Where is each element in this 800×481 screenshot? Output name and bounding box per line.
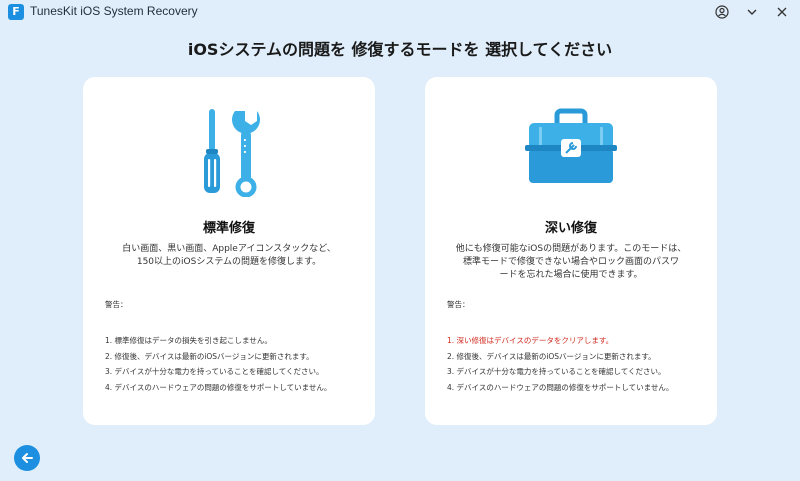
- list-item: 4. デバイスのハードウェアの問題の修復をサポートしていません。: [447, 382, 674, 392]
- description-line: 白い画面、黒い画面、Appleアイコンスタックなど、: [122, 244, 336, 254]
- description-line: ードを忘れた場合に使用できます。: [499, 270, 643, 280]
- description-line: 標準モードで修復できない場合やロック画面のパスワ: [462, 257, 679, 267]
- warning-label: 警告：: [105, 300, 128, 309]
- card-description: 他にも修復可能なiOSの問題があります。このモードは、 標準モードで修復できない…: [449, 243, 693, 282]
- tools-icon: [83, 105, 375, 197]
- list-item: 4. デバイスのハードウェアの問題の修復をサポートしていません。: [105, 382, 332, 392]
- chevron-down-icon[interactable]: [742, 2, 762, 22]
- card-title: 標準修復: [202, 221, 255, 236]
- list-item: 2. 修復後、デバイスは最新のiOSバージョンに更新されます。: [105, 351, 314, 361]
- description-line: 他にも修復可能なiOSの問題があります。このモードは、: [455, 244, 687, 254]
- standard-repair-card[interactable]: 標準修復 白い画面、黒い画面、Appleアイコンスタックなど、 150以上のiO…: [83, 77, 375, 425]
- warning-label: 警告：: [447, 300, 470, 309]
- window-controls: [712, 2, 792, 22]
- app-logo-icon: F: [8, 4, 24, 20]
- list-item: 2. 修復後、デバイスは最新のiOSバージョンに更新されます。: [447, 351, 656, 361]
- back-button[interactable]: [14, 445, 40, 471]
- list-item: 3. デバイスが十分な電力を持っていることを確認してください。: [105, 367, 324, 376]
- app-title: TunesKit iOS System Recovery: [30, 4, 198, 18]
- back-arrow-icon: [22, 453, 33, 463]
- title-bar: F TunesKit iOS System Recovery: [0, 0, 800, 24]
- deep-repair-card[interactable]: 深い修復 他にも修復可能なiOSの問題があります。このモードは、 標準モードで修…: [425, 77, 717, 425]
- description-line: 150以上のiOSシステムの問題を修復します。: [136, 257, 322, 267]
- close-icon[interactable]: [772, 2, 792, 22]
- page-title: iOSシステムの問題を 修復するモードを 選択してください: [187, 40, 613, 59]
- list-item: 1. 標準修復はデータの損失を引き起こしません。: [105, 336, 272, 345]
- list-item: 1. 深い修復はデバイスのデータをクリアします。: [447, 336, 614, 345]
- card-description: 白い画面、黒い画面、Appleアイコンスタックなど、 150以上のiOSシステム…: [107, 243, 351, 269]
- card-title: 深い修復: [544, 221, 597, 236]
- warning-list: 1. 標準修復はデータの損失を引き起こしません。 2. 修復後、デバイスは最新の…: [105, 333, 365, 395]
- warning-list: 1. 深い修復はデバイスのデータをクリアします。 2. 修復後、デバイスは最新の…: [447, 333, 707, 395]
- account-icon[interactable]: [712, 2, 732, 22]
- list-item: 3. デバイスが十分な電力を持っていることを確認してください。: [447, 367, 666, 376]
- toolbox-icon: [425, 105, 717, 189]
